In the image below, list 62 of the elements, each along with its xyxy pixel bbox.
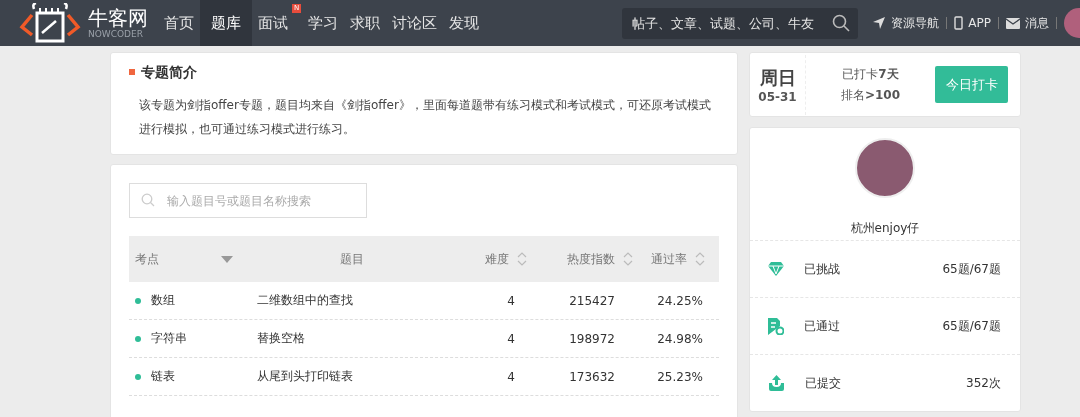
- column-header[interactable]: 考点: [129, 250, 257, 268]
- stat-label: 已提交: [805, 374, 842, 392]
- upload-icon: [768, 375, 785, 391]
- status-dot: [135, 297, 141, 304]
- intro-text: 该专题为剑指offer专题，题目均来自《剑指offer》，里面每道题带有练习模式和考试模式，可还原考试模式进行模拟，也可通过练习模式进行练习。: [138, 97, 712, 138]
- problem-link[interactable]: 二维数组中的查找: [257, 292, 353, 309]
- status-dot: [135, 373, 141, 380]
- nav-tab[interactable]: 题库: [200, 0, 252, 46]
- send-arrow-icon: [872, 16, 887, 30]
- table-cell: 链表: [151, 368, 175, 385]
- table-cell: 198972: [569, 331, 615, 346]
- diamond-icon: [768, 262, 784, 276]
- nav-tab[interactable]: 发现: [443, 0, 485, 46]
- weekday: 周日: [759, 65, 796, 90]
- logo-text: 牛客网: [88, 7, 148, 29]
- nav-tab[interactable]: 求职: [344, 0, 386, 46]
- logo-icon[interactable]: [18, 3, 82, 43]
- stat-value: 65题/67题: [942, 317, 1001, 335]
- nav-link[interactable]: APP: [954, 16, 991, 30]
- stat-value: 352次: [966, 374, 1001, 392]
- nav-link[interactable]: 消息: [1006, 14, 1049, 32]
- document-check-icon: [768, 317, 784, 335]
- problem-link[interactable]: 替换空格: [257, 330, 305, 347]
- stat-label: 已挑战: [804, 260, 841, 278]
- mail-icon: [1006, 17, 1020, 29]
- column-header[interactable]: 通过率: [633, 250, 719, 268]
- table-cell: 25.23%: [657, 369, 703, 384]
- dropdown-caret-icon[interactable]: [221, 255, 233, 263]
- nav-link[interactable]: 资源导航: [872, 14, 940, 32]
- table-cell: 字符串: [151, 330, 187, 347]
- search-icon[interactable]: [832, 13, 851, 32]
- phone-icon: [954, 16, 964, 30]
- stat-value: 65题/67题: [942, 260, 1001, 278]
- rank: 排名>100: [840, 86, 901, 104]
- stat-label: 已通过: [804, 317, 841, 335]
- sort-icon[interactable]: [623, 251, 633, 267]
- status-dot: [135, 335, 141, 342]
- column-header[interactable]: 难度: [447, 250, 527, 268]
- sort-icon[interactable]: [695, 251, 705, 267]
- nav-tab[interactable]: 首页: [158, 0, 200, 46]
- problem-link[interactable]: 从尾到头打印链表: [257, 368, 353, 385]
- logo-subtitle: NOWCODER: [88, 29, 144, 39]
- table-cell: 24.25%: [657, 293, 703, 308]
- sort-icon[interactable]: [517, 251, 527, 267]
- table-cell: 215427: [569, 293, 615, 308]
- nav-tab[interactable]: 学习: [302, 0, 344, 46]
- table-cell: 4: [507, 331, 515, 346]
- table-cell: 4: [507, 293, 515, 308]
- section-title: 专题简介: [129, 63, 719, 81]
- checkin-days: 已打卡7天: [842, 65, 899, 83]
- column-header[interactable]: 热度指数: [527, 250, 633, 268]
- table-cell: 24.98%: [657, 331, 703, 346]
- table-cell: 173632: [569, 369, 615, 384]
- nav-tab[interactable]: 讨论区: [386, 0, 443, 46]
- nav-tab[interactable]: 面试: [252, 0, 294, 46]
- column-header[interactable]: 题目: [257, 250, 447, 268]
- table-cell: 4: [507, 369, 515, 384]
- table-cell: 数组: [151, 292, 175, 309]
- date: 05-31: [758, 89, 797, 104]
- problem-search-field[interactable]: 输入题目号或题目名称搜索: [129, 183, 367, 218]
- site-search-field[interactable]: 帖子、文章、试题、公司、牛友: [622, 7, 859, 39]
- user-name[interactable]: 杭州enjoy仔: [850, 220, 920, 237]
